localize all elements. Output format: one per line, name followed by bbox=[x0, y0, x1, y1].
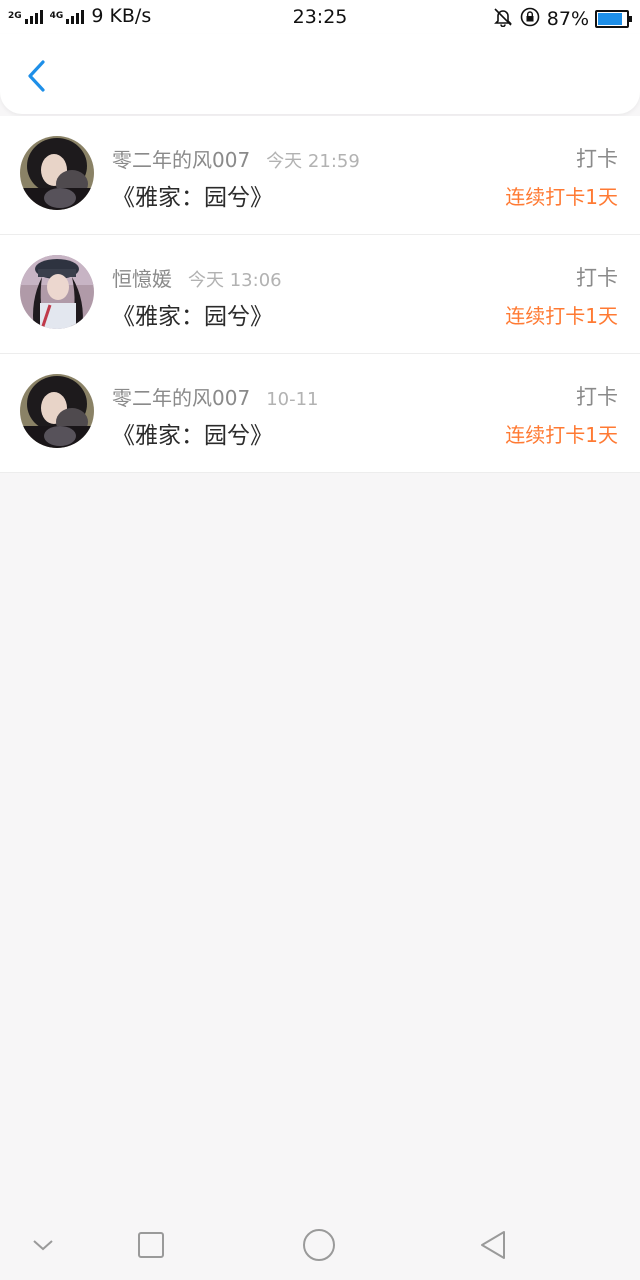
post-time: 10-11 bbox=[266, 389, 319, 410]
user-name[interactable]: 零二年的风007 bbox=[112, 382, 250, 411]
book-title: 《雅家：园兮》 bbox=[112, 304, 273, 330]
back-button[interactable] bbox=[16, 56, 56, 96]
triangle-back-icon bbox=[481, 1231, 505, 1259]
rotation-lock-icon bbox=[519, 6, 541, 32]
book-title: 《雅家：园兮》 bbox=[112, 423, 273, 449]
book-title: 《雅家：园兮》 bbox=[112, 185, 273, 211]
avatar[interactable] bbox=[20, 374, 94, 448]
streak-label: 连续打卡1天 bbox=[505, 423, 618, 447]
post-time: 今天 13:06 bbox=[188, 270, 282, 291]
streak-label: 连续打卡1天 bbox=[505, 185, 618, 209]
streak-label: 连续打卡1天 bbox=[505, 304, 618, 328]
nav-home-button[interactable] bbox=[302, 1228, 336, 1262]
battery-icon bbox=[595, 10, 632, 28]
checkin-type-label: 打卡 bbox=[576, 266, 618, 290]
list-item[interactable]: 零二年的风007 今天 21:59 《雅家：园兮》 打卡 连续打卡1天 bbox=[0, 116, 640, 235]
checkin-type-label: 打卡 bbox=[576, 385, 618, 409]
top-nav bbox=[0, 34, 640, 114]
list-item[interactable]: 零二年的风007 10-11 《雅家：园兮》 打卡 连续打卡1天 bbox=[0, 354, 640, 473]
status-right: 87% bbox=[493, 6, 632, 32]
nav-recents-button[interactable] bbox=[134, 1228, 168, 1262]
list-item[interactable]: 恒憶媛 今天 13:06 《雅家：园兮》 打卡 连续打卡1天 bbox=[0, 235, 640, 354]
circle-icon bbox=[303, 1229, 335, 1261]
post-time: 今天 21:59 bbox=[266, 151, 360, 172]
user-name[interactable]: 恒憶媛 bbox=[112, 263, 172, 292]
status-bar: 2G 4G 9 KB/s 23:25 87% bbox=[0, 0, 640, 34]
bell-muted-icon bbox=[493, 7, 513, 31]
checkin-list: 零二年的风007 今天 21:59 《雅家：园兮》 打卡 连续打卡1天 恒憶媛 … bbox=[0, 116, 640, 473]
square-icon bbox=[138, 1232, 164, 1258]
nav-collapse-button[interactable] bbox=[26, 1228, 60, 1262]
avatar[interactable] bbox=[20, 136, 94, 210]
nav-back-button[interactable] bbox=[476, 1228, 510, 1262]
chevron-down-icon bbox=[33, 1240, 53, 1251]
checkin-type-label: 打卡 bbox=[576, 147, 618, 171]
avatar[interactable] bbox=[20, 255, 94, 329]
user-name[interactable]: 零二年的风007 bbox=[112, 144, 250, 173]
system-nav-bar bbox=[0, 1210, 640, 1280]
battery-percent: 87% bbox=[546, 8, 589, 30]
chevron-left-icon bbox=[28, 60, 45, 92]
